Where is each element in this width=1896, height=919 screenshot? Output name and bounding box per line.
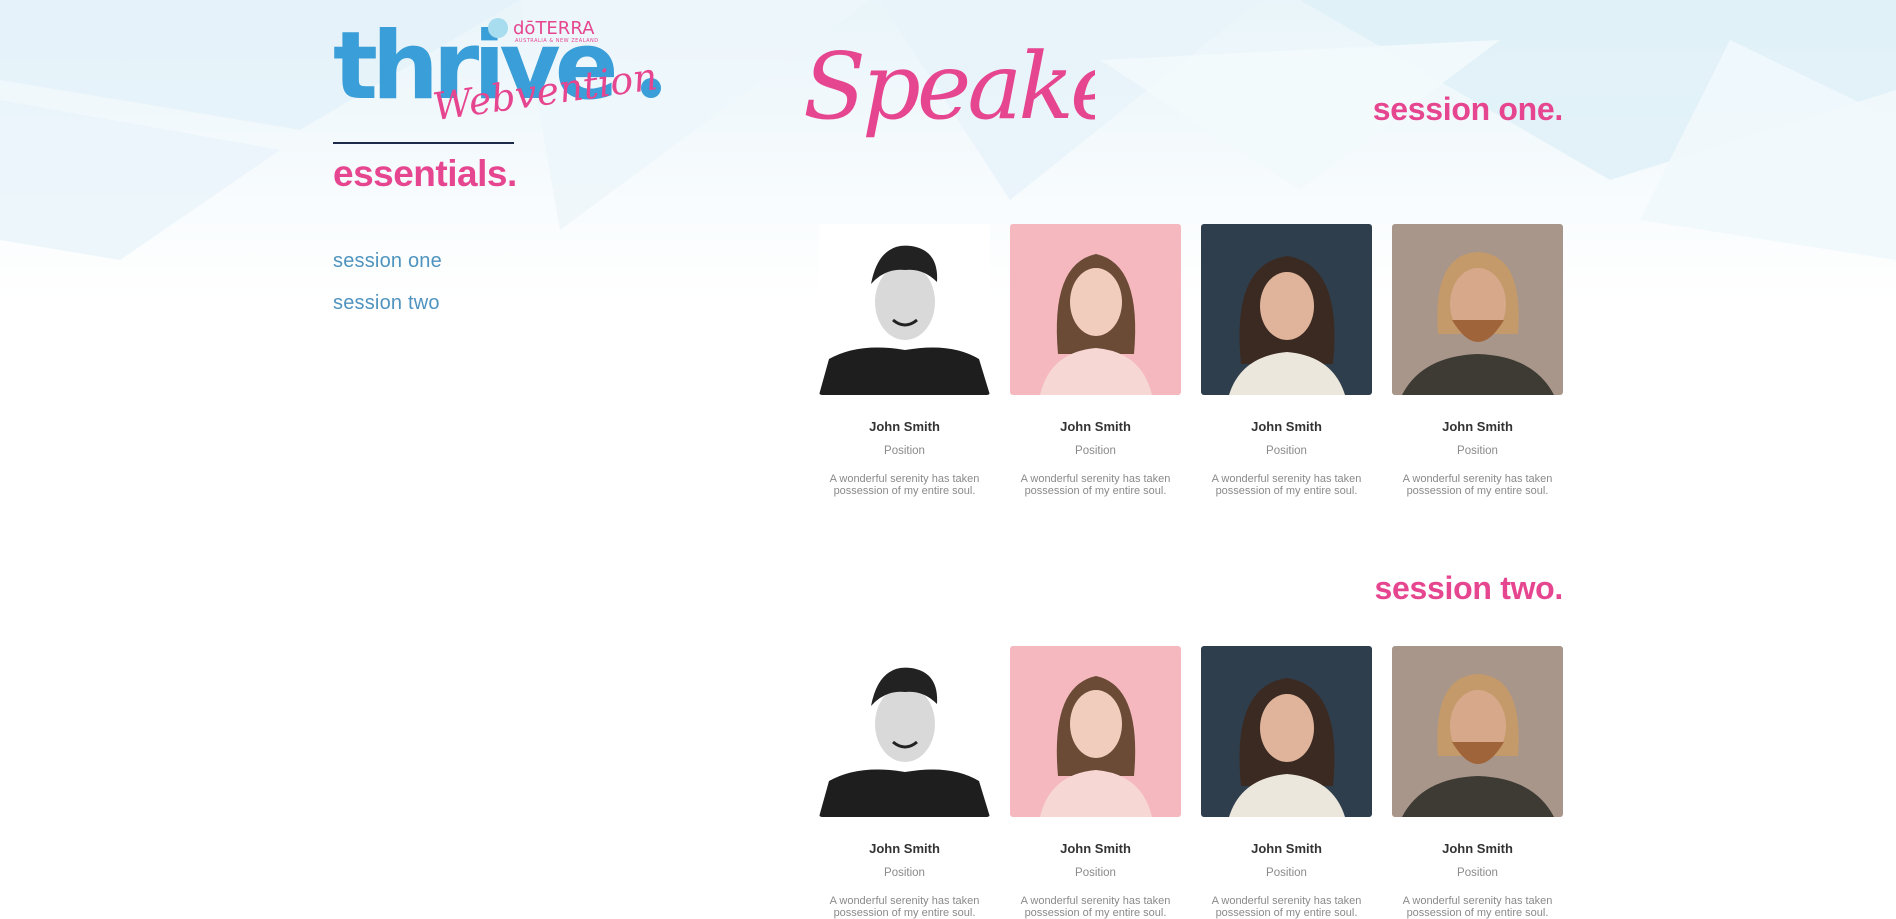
speaker-card[interactable]: John Smith Position A wonderful serenity… [1010,646,1181,919]
speaker-card[interactable]: John Smith Position A wonderful serenity… [1392,224,1563,497]
session-two-heading: session two. [1374,570,1564,606]
session-one-heading: session one. [1372,91,1564,127]
speaker-photo [1010,224,1181,395]
speaker-name: John Smith [869,419,940,434]
sidebar-heading: essentials. [333,153,517,194]
speaker-photo [819,646,990,817]
speaker-position: Position [1266,445,1307,457]
speaker-card[interactable]: John Smith Position A wonderful serenity… [1201,224,1372,497]
speaker-bio: A wonderful serenity has taken possessio… [829,473,980,497]
speaker-bio: A wonderful serenity has taken possessio… [1211,895,1362,919]
speaker-name: John Smith [1060,419,1131,434]
speaker-position: Position [1075,445,1116,457]
speaker-bio: A wonderful serenity has taken possessio… [829,895,980,919]
speaker-position: Position [884,445,925,457]
speaker-bio: A wonderful serenity has taken possessio… [1020,895,1171,919]
speaker-name: John Smith [1251,419,1322,434]
logo-graphic: thrive dōTERRA AUSTRALIA & NEW ZEALAND W… [333,12,661,129]
speaker-bio: A wonderful serenity has taken possessio… [1211,473,1362,497]
speaker-photo [1010,646,1181,817]
sidebar-link-session-one[interactable]: session one [333,240,442,282]
speaker-photo [819,224,990,395]
speaker-position: Position [1075,867,1116,879]
speaker-bio: A wonderful serenity has taken possessio… [1402,895,1553,919]
speaker-card[interactable]: John Smith Position A wonderful serenity… [1010,224,1181,497]
thrive-webvention-logo[interactable]: thrive dōTERRA AUSTRALIA & NEW ZEALAND W… [333,12,663,132]
speaker-position: Position [884,867,925,879]
session-two-speakers: John Smith Position A wonderful serenity… [819,646,1563,919]
speaker-position: Position [1266,867,1307,879]
speaker-card[interactable]: John Smith Position A wonderful serenity… [1392,646,1563,919]
logo-sponsor-region: AUSTRALIA & NEW ZEALAND [515,38,599,44]
speaker-name: John Smith [1060,841,1131,856]
speakers-title-text: Speakers [803,33,1095,140]
speaker-photo [1201,224,1372,395]
speaker-name: John Smith [1251,841,1322,856]
speaker-card[interactable]: John Smith Position A wonderful serenity… [1201,646,1372,919]
sidebar-nav: session one session two [333,240,442,324]
speaker-photo [1392,646,1563,817]
speaker-name: John Smith [1442,841,1513,856]
speaker-bio: A wonderful serenity has taken possessio… [1402,473,1553,497]
speaker-photo [1201,646,1372,817]
sidebar-link-session-two[interactable]: session two [333,282,442,324]
speaker-card[interactable]: John Smith Position A wonderful serenity… [819,224,990,497]
speakers-title: Speakers [795,0,1095,160]
speaker-card[interactable]: John Smith Position A wonderful serenity… [819,646,990,919]
speaker-photo [1392,224,1563,395]
sidebar-divider [333,142,514,144]
speaker-position: Position [1457,445,1498,457]
speaker-name: John Smith [869,841,940,856]
logo-sponsor: dōTERRA [513,18,595,39]
speaker-name: John Smith [1442,419,1513,434]
session-one-speakers: John Smith Position A wonderful serenity… [819,224,1563,497]
speaker-bio: A wonderful serenity has taken possessio… [1020,473,1171,497]
speaker-position: Position [1457,867,1498,879]
